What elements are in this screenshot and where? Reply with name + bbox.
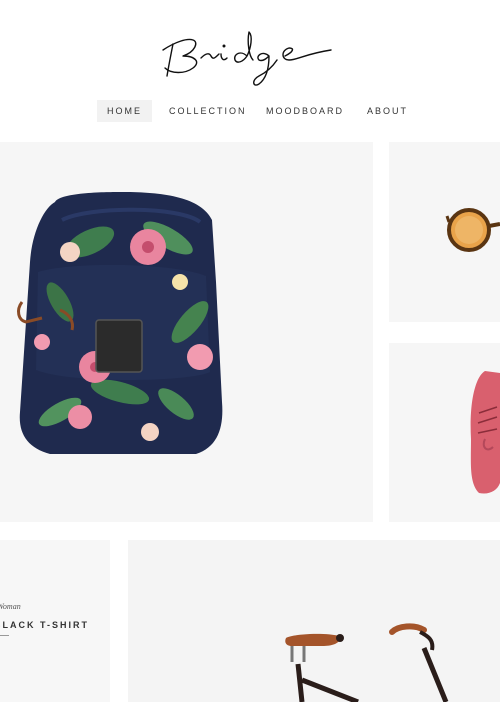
product-tile-shoe[interactable]	[389, 343, 500, 522]
main-nav: HOME COLLECTION MOODBOARD ABOUT	[0, 100, 500, 122]
nav-moodboard[interactable]: MOODBOARD	[266, 100, 344, 122]
floral-backpack-image	[17, 192, 223, 454]
logo-script	[162, 31, 332, 86]
nav-about[interactable]: ABOUT	[367, 100, 408, 122]
product-tile-tshirt[interactable]: Woman BLACK T-SHIRT	[0, 540, 110, 702]
product-divider	[0, 635, 9, 636]
product-tile-backpack[interactable]	[0, 142, 373, 522]
bicycle-image	[285, 623, 449, 702]
nav-home[interactable]: HOME	[97, 100, 152, 122]
product-category[interactable]: Woman	[0, 602, 21, 611]
sunglasses-image	[445, 208, 500, 252]
product-name[interactable]: BLACK T-SHIRT	[0, 620, 89, 630]
product-tile-sunglasses[interactable]	[389, 142, 500, 322]
nav-collection[interactable]: COLLECTION	[169, 100, 247, 122]
product-tile-bicycle[interactable]	[128, 540, 500, 702]
pink-shoe-image	[470, 371, 500, 494]
brand-logo[interactable]	[155, 22, 345, 88]
